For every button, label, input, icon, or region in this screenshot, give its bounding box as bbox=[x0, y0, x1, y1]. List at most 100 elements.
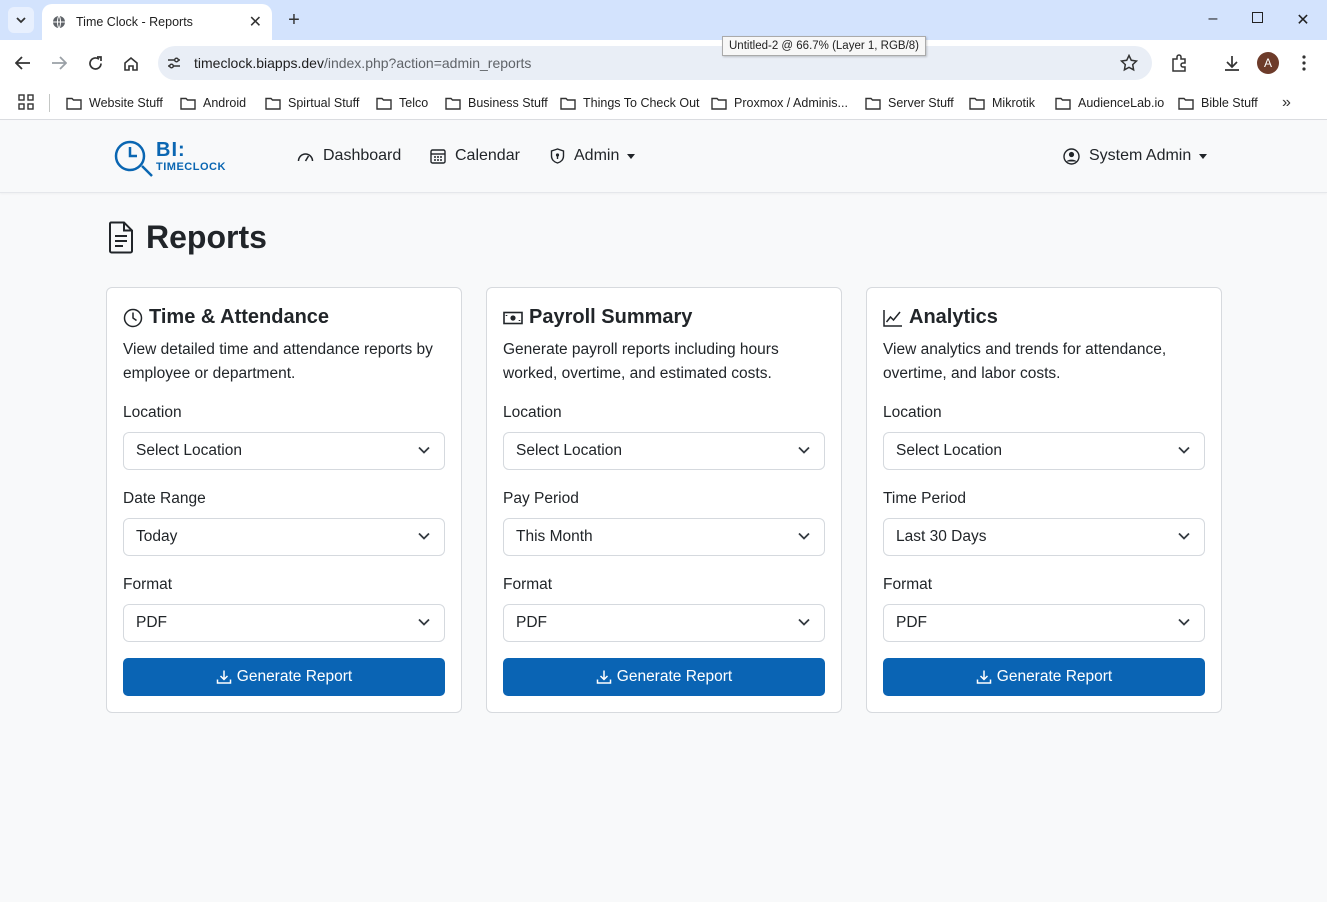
calendar-icon bbox=[430, 149, 446, 164]
apps-grid-icon[interactable] bbox=[18, 94, 34, 115]
pay-period-label: Pay Period bbox=[503, 490, 579, 507]
card-title: Analytics bbox=[883, 306, 998, 329]
folder-icon bbox=[711, 97, 727, 110]
nav-calendar[interactable]: Calendar bbox=[430, 147, 520, 165]
date-range-select[interactable]: Today bbox=[123, 518, 445, 556]
user-menu-dropdown[interactable]: System Admin bbox=[1063, 147, 1208, 165]
caret-down-icon bbox=[1199, 153, 1208, 159]
report-card-payroll-summary: Payroll Summary Generate payroll reports… bbox=[486, 287, 842, 713]
bookmark-folder[interactable]: Telco bbox=[376, 92, 428, 114]
download-icon bbox=[216, 670, 232, 684]
folder-icon bbox=[376, 97, 392, 110]
location-label: Location bbox=[123, 404, 182, 421]
close-window-icon[interactable]: ✕ bbox=[1293, 10, 1313, 30]
generate-report-button[interactable]: Generate Report bbox=[123, 658, 445, 696]
bookmark-folder[interactable]: Mikrotik bbox=[969, 92, 1035, 114]
pay-period-select[interactable]: This Month bbox=[503, 518, 825, 556]
chevron-down-icon bbox=[798, 618, 810, 626]
address-bar[interactable]: timeclock.biapps.dev/index.php?action=ad… bbox=[158, 46, 1152, 80]
line-chart-icon bbox=[883, 309, 902, 327]
generate-report-button[interactable]: Generate Report bbox=[503, 658, 825, 696]
card-description: Generate payroll reports including hours… bbox=[503, 341, 779, 382]
file-text-icon bbox=[109, 221, 133, 254]
chevron-down-icon bbox=[418, 532, 430, 540]
browser-tab-active[interactable]: Time Clock - Reports ✕ bbox=[42, 4, 272, 40]
speedometer-icon bbox=[297, 153, 314, 162]
new-tab-icon[interactable]: + bbox=[284, 9, 304, 31]
nav-dashboard[interactable]: Dashboard bbox=[297, 147, 401, 165]
format-label: Format bbox=[123, 576, 173, 593]
format-select[interactable]: PDF bbox=[503, 604, 825, 642]
folder-icon bbox=[865, 97, 881, 110]
location-label: Location bbox=[503, 404, 562, 421]
minimize-icon[interactable]: – bbox=[1203, 10, 1223, 28]
report-card-analytics: Analytics View analytics and trends for … bbox=[866, 287, 1222, 713]
downloads-icon[interactable] bbox=[1221, 52, 1243, 74]
bookmarks-overflow-icon[interactable]: » bbox=[1282, 94, 1291, 112]
home-icon[interactable] bbox=[120, 52, 142, 74]
time-period-label: Time Period bbox=[883, 490, 966, 507]
bookmark-star-icon[interactable] bbox=[1120, 54, 1138, 72]
app-logo[interactable]: BI: TIMECLOCK bbox=[114, 139, 234, 179]
tab-close-icon[interactable]: ✕ bbox=[249, 12, 262, 32]
folder-icon bbox=[66, 97, 82, 110]
folder-icon bbox=[969, 97, 985, 110]
card-description: View analytics and trends for attendance… bbox=[883, 341, 1167, 382]
time-period-select[interactable]: Last 30 Days bbox=[883, 518, 1205, 556]
chevron-down-icon bbox=[418, 446, 430, 454]
location-select[interactable]: Select Location bbox=[883, 432, 1205, 470]
extensions-icon[interactable] bbox=[1168, 52, 1190, 74]
bookmark-folder[interactable]: Server Stuff bbox=[865, 92, 954, 114]
tooltip: Untitled-2 @ 66.7% (Layer 1, RGB/8) bbox=[722, 36, 927, 56]
bookmark-folder[interactable]: Things To Check Out bbox=[560, 92, 700, 114]
card-title: Time & Attendance bbox=[123, 306, 329, 329]
nav-admin-dropdown[interactable]: Admin bbox=[550, 147, 636, 165]
location-select[interactable]: Select Location bbox=[123, 432, 445, 470]
chevron-down-icon bbox=[418, 618, 430, 626]
maximize-icon[interactable] bbox=[1247, 10, 1267, 28]
download-icon bbox=[596, 670, 612, 684]
browser-tabstrip: Time Clock - Reports ✕ + – ✕ bbox=[0, 0, 1327, 40]
back-icon[interactable] bbox=[12, 52, 34, 74]
tab-title: Time Clock - Reports bbox=[76, 15, 193, 29]
page-title: Reports bbox=[108, 219, 267, 256]
url-text: timeclock.biapps.dev/index.php?action=ad… bbox=[194, 55, 532, 71]
chevron-down-icon bbox=[798, 446, 810, 454]
folder-icon bbox=[1055, 97, 1071, 110]
profile-avatar[interactable]: A bbox=[1257, 52, 1279, 74]
bookmark-folder[interactable]: Android bbox=[180, 92, 246, 114]
bookmark-folder[interactable]: Spirtual Stuff bbox=[265, 92, 359, 114]
bookmark-folder[interactable]: Website Stuff bbox=[66, 92, 163, 114]
format-select[interactable]: PDF bbox=[883, 604, 1205, 642]
chevron-down-icon bbox=[1178, 446, 1190, 454]
bookmark-folder[interactable]: Business Stuff bbox=[445, 92, 548, 114]
reload-icon[interactable] bbox=[84, 52, 106, 74]
chevron-down-icon bbox=[1178, 618, 1190, 626]
generate-report-button[interactable]: Generate Report bbox=[883, 658, 1205, 696]
chevron-down-icon bbox=[798, 532, 810, 540]
location-select[interactable]: Select Location bbox=[503, 432, 825, 470]
app-navbar: BI: TIMECLOCK Dashboard Calendar Admin S… bbox=[0, 121, 1327, 193]
chevron-down-icon bbox=[1178, 532, 1190, 540]
user-circle-icon bbox=[1063, 147, 1080, 165]
card-title: Payroll Summary bbox=[503, 306, 692, 329]
bookmark-folder[interactable]: Bible Stuff bbox=[1178, 92, 1258, 114]
bookmarks-bar: Website Stuff Android Spirtual Stuff Tel… bbox=[0, 86, 1327, 120]
card-description: View detailed time and attendance report… bbox=[123, 341, 433, 382]
format-select[interactable]: PDF bbox=[123, 604, 445, 642]
clock-logo-icon bbox=[114, 140, 153, 177]
format-label: Format bbox=[883, 576, 933, 593]
tab-search-button[interactable] bbox=[8, 7, 34, 33]
site-settings-icon[interactable] bbox=[166, 55, 182, 71]
page-heading: Reports bbox=[146, 219, 267, 255]
forward-icon[interactable] bbox=[48, 52, 70, 74]
globe-icon bbox=[53, 15, 65, 29]
browser-menu-icon[interactable] bbox=[1293, 52, 1315, 74]
bookmarks-separator bbox=[49, 94, 50, 112]
format-label: Format bbox=[503, 576, 553, 593]
chevron-down-icon bbox=[16, 16, 26, 23]
bookmark-folder[interactable]: AudienceLab.io bbox=[1055, 92, 1164, 114]
download-icon bbox=[976, 670, 992, 684]
folder-icon bbox=[1178, 97, 1194, 110]
bookmark-folder[interactable]: Proxmox / Adminis... bbox=[711, 92, 848, 114]
